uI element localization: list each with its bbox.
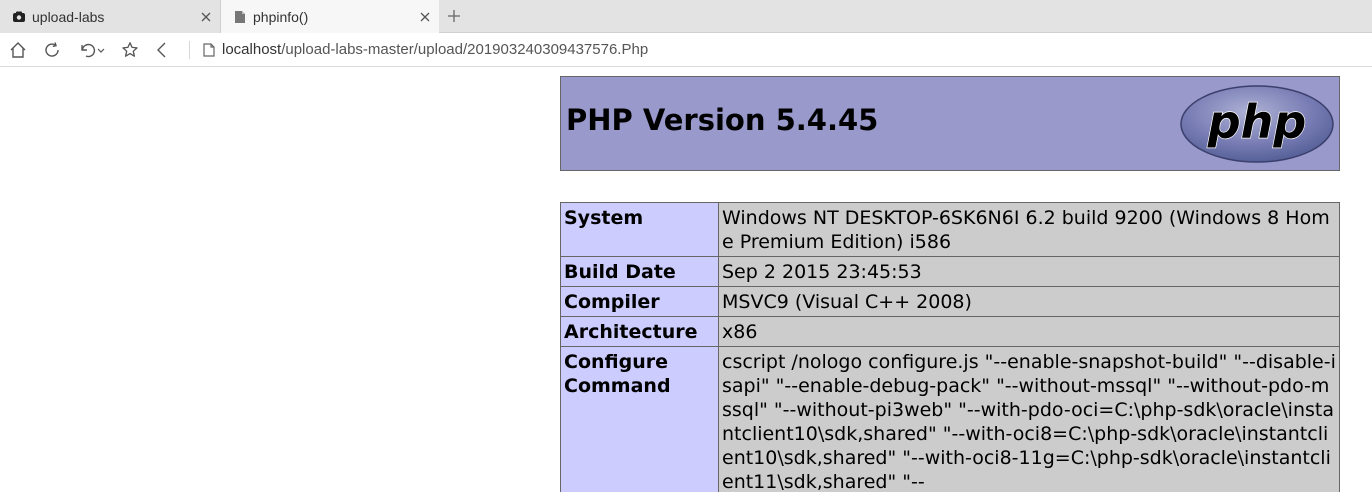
tab-upload-labs[interactable]: upload-labs	[0, 0, 221, 33]
row-key: Build Date	[560, 256, 719, 287]
close-icon[interactable]	[198, 9, 214, 25]
close-icon[interactable]	[417, 9, 433, 25]
row-value: Sep 2 2015 23:45:53	[718, 256, 1340, 287]
url-host: localhost	[222, 41, 282, 58]
url-path: /upload-labs-master/upload/2019032403094…	[281, 41, 649, 58]
page-icon	[233, 10, 247, 24]
tab-title: phpinfo()	[253, 8, 309, 25]
back-icon[interactable]	[152, 40, 172, 60]
row-key: Architecture	[560, 316, 719, 347]
php-logo[interactable]: php	[1179, 84, 1335, 164]
row-value: Windows NT DESKTOP-6SK6N6I 6.2 build 920…	[718, 202, 1340, 257]
table-row: Build Date Sep 2 2015 23:45:53	[560, 256, 1340, 287]
toolbar-divider	[189, 41, 190, 59]
table-row: Configure Command cscript /nologo config…	[560, 346, 1340, 492]
tab-strip: upload-labs phpinfo()	[0, 0, 1372, 33]
row-key: System	[560, 202, 719, 257]
page-content: PHP Version 5.4.45 php System Windows NT…	[0, 67, 1372, 492]
row-value: x86	[718, 316, 1340, 347]
row-value: MSVC9 (Visual C++ 2008)	[718, 286, 1340, 317]
home-icon[interactable]	[8, 40, 28, 60]
reload-icon[interactable]	[42, 40, 62, 60]
page-icon	[203, 43, 215, 57]
phpinfo-table: System Windows NT DESKTOP-6SK6N6I 6.2 bu…	[560, 202, 1340, 492]
table-row: System Windows NT DESKTOP-6SK6N6I 6.2 bu…	[560, 202, 1340, 257]
star-icon[interactable]	[120, 40, 140, 60]
row-key: Configure Command	[560, 346, 719, 492]
table-row: Compiler MSVC9 (Visual C++ 2008)	[560, 286, 1340, 317]
row-value: cscript /nologo configure.js "--enable-s…	[718, 346, 1340, 492]
row-key: Compiler	[560, 286, 719, 317]
address-bar[interactable]: localhost/upload-labs-master/upload/2019…	[222, 41, 648, 58]
undo-dropdown-icon[interactable]	[78, 40, 106, 60]
new-tab-icon[interactable]	[443, 5, 465, 27]
navigation-toolbar: localhost/upload-labs-master/upload/2019…	[0, 33, 1372, 67]
cloud-icon	[12, 10, 26, 24]
php-version-header: PHP Version 5.4.45 php	[560, 76, 1340, 171]
page-title: PHP Version 5.4.45	[566, 103, 879, 137]
table-row: Architecture x86	[560, 316, 1340, 347]
tab-title: upload-labs	[32, 8, 105, 25]
php-logo-text: php	[1207, 95, 1307, 149]
tab-phpinfo[interactable]: phpinfo()	[221, 0, 439, 33]
